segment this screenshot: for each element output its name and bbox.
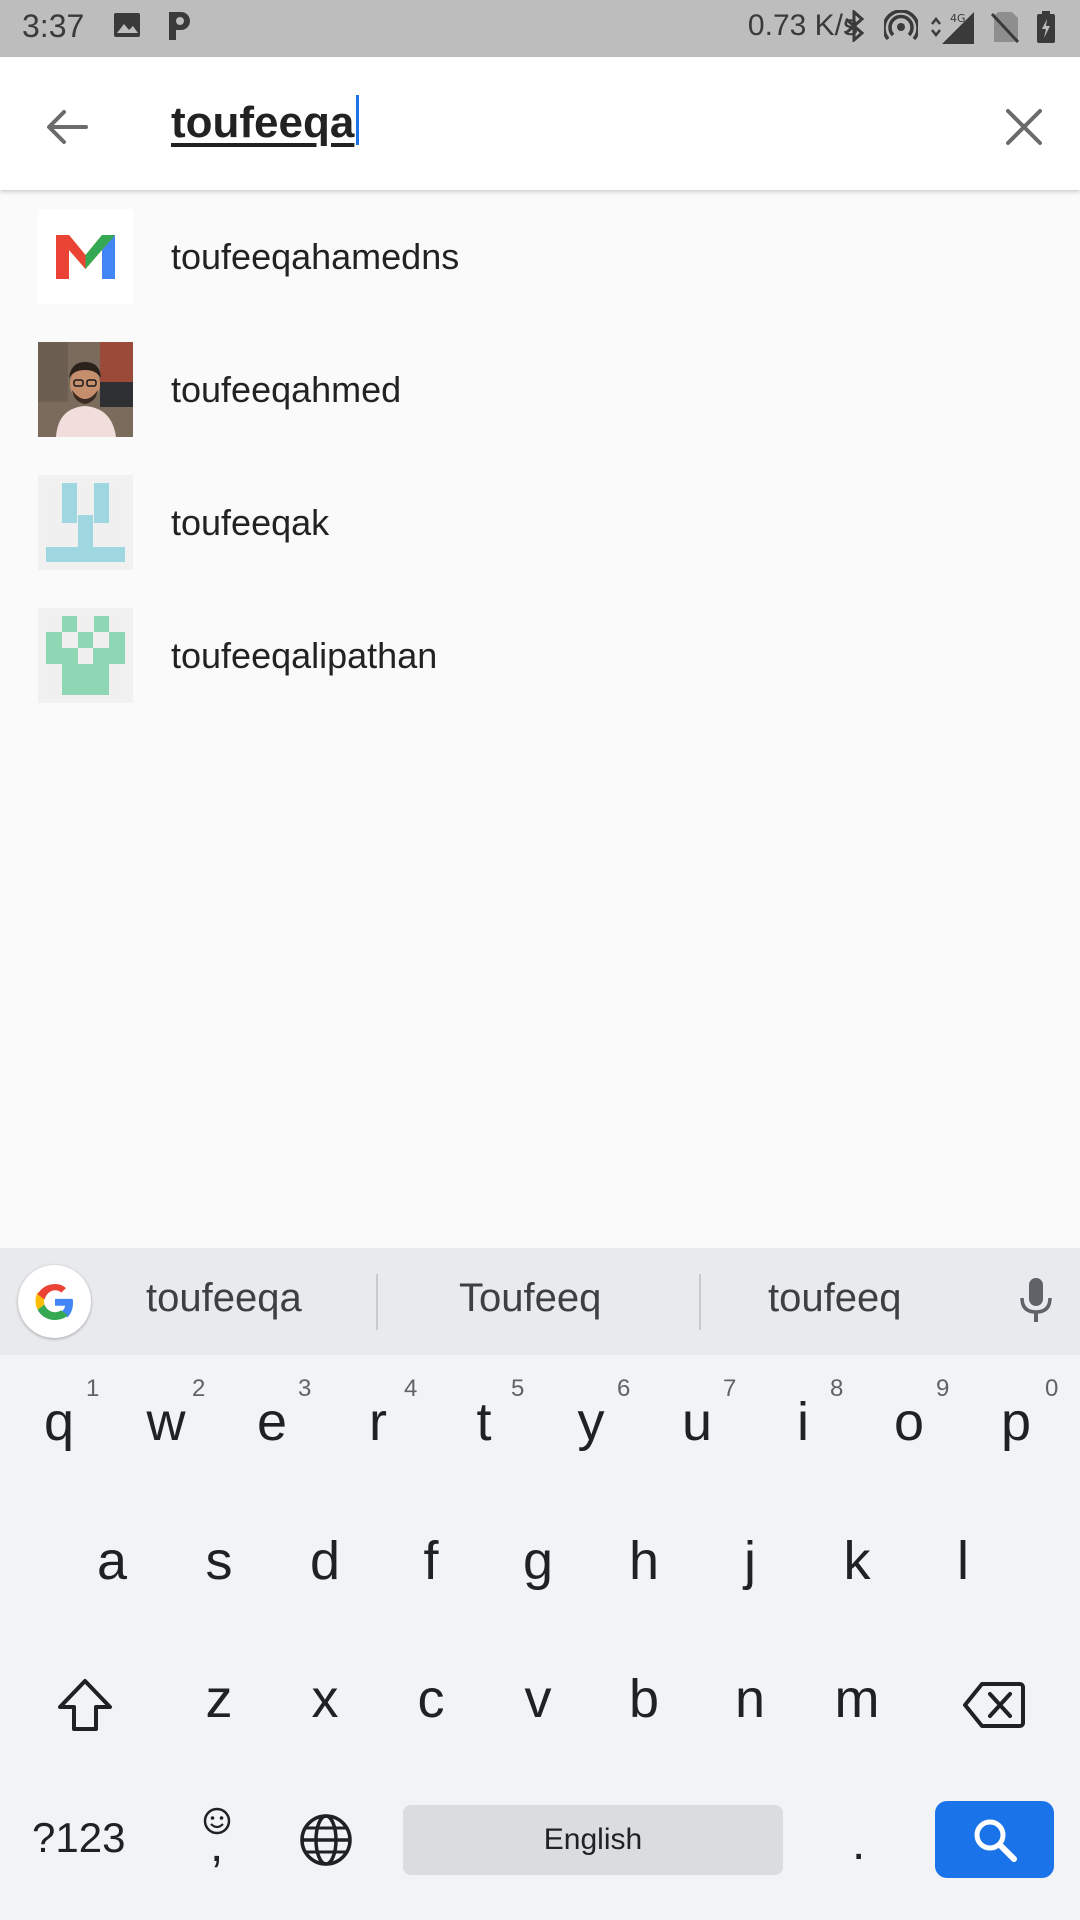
- prediction-1[interactable]: toufeeqa: [146, 1276, 302, 1321]
- period-key[interactable]: .: [852, 1816, 865, 1871]
- key-b[interactable]: b: [594, 1668, 694, 1730]
- key-a[interactable]: a: [62, 1530, 162, 1592]
- svg-text:4G: 4G: [950, 12, 966, 25]
- key-v[interactable]: v: [488, 1668, 588, 1730]
- back-arrow-icon[interactable]: [36, 97, 96, 157]
- suggestion-item[interactable]: toufeeqahmed: [0, 323, 1080, 456]
- shift-key-icon[interactable]: [54, 1675, 116, 1735]
- space-key[interactable]: English: [403, 1805, 783, 1875]
- prediction-divider: [376, 1274, 378, 1330]
- key-hint: 0: [1045, 1375, 1059, 1402]
- microphone-icon[interactable]: [1014, 1276, 1058, 1326]
- google-button[interactable]: [18, 1265, 91, 1338]
- suggestion-item[interactable]: toufeeqalipathan: [0, 589, 1080, 722]
- identicon-green-avatar: [38, 608, 133, 703]
- user-photo-avatar: [38, 342, 133, 437]
- p-notification-icon: [169, 12, 190, 40]
- key-l[interactable]: l: [913, 1530, 1013, 1592]
- search-icon: [974, 1819, 1017, 1862]
- key-d[interactable]: d: [275, 1530, 375, 1592]
- symbols-key[interactable]: ?123: [32, 1814, 125, 1862]
- keyboard-suggestion-strip: toufeeqa Toufeeq toufeeq: [0, 1248, 1080, 1355]
- comma-key[interactable]: ,: [210, 1818, 223, 1873]
- signal-4g-icon: 4G: [931, 12, 974, 44]
- key-j[interactable]: j: [700, 1530, 800, 1592]
- backspace-icon[interactable]: [962, 1680, 1026, 1730]
- search-query-text: toufeeqa: [171, 98, 355, 147]
- suggestion-item[interactable]: toufeeqak: [0, 456, 1080, 589]
- google-g-icon: [35, 1283, 73, 1320]
- key-k[interactable]: k: [807, 1530, 907, 1592]
- gmail-logo-icon: [38, 209, 133, 304]
- key-n[interactable]: n: [700, 1668, 800, 1730]
- suggestion-label: toufeeqahmed: [171, 368, 402, 410]
- suggestion-label: toufeeqahamedns: [171, 235, 460, 277]
- key-hint: 9: [936, 1375, 950, 1402]
- key-s[interactable]: s: [169, 1530, 269, 1592]
- hotspot-icon: [884, 10, 918, 41]
- key-hint: 4: [404, 1375, 418, 1402]
- space-key-label: English: [543, 1823, 643, 1856]
- search-action-key[interactable]: [935, 1801, 1054, 1878]
- text-caret: [356, 95, 360, 145]
- key-h[interactable]: h: [594, 1530, 694, 1592]
- prediction-2[interactable]: Toufeeq: [459, 1276, 601, 1321]
- bluetooth-icon: [845, 10, 865, 42]
- prediction-3[interactable]: toufeeq: [768, 1276, 901, 1321]
- key-hint: 1: [86, 1375, 100, 1402]
- status-time: 3:37: [22, 8, 85, 44]
- key-c[interactable]: c: [381, 1668, 481, 1730]
- key-hint: 8: [830, 1375, 844, 1402]
- suggestion-label: toufeeqalipathan: [171, 634, 438, 676]
- gallery-notification-icon: [114, 13, 140, 37]
- status-bar: 3:37 0.73 K/s 4G: [0, 0, 1080, 57]
- clear-search-icon[interactable]: [994, 97, 1054, 157]
- key-hint: 3: [298, 1375, 312, 1402]
- prediction-divider: [699, 1274, 701, 1330]
- no-sim-icon: [990, 12, 1020, 44]
- globe-icon[interactable]: [298, 1812, 354, 1868]
- key-hint: 2: [192, 1375, 206, 1402]
- key-hint: 7: [723, 1375, 737, 1402]
- suggestion-label: toufeeqak: [171, 501, 330, 543]
- key-x[interactable]: x: [275, 1668, 375, 1730]
- identicon-blue-avatar: [38, 475, 133, 570]
- suggestion-item[interactable]: toufeeqahamedns: [0, 190, 1080, 323]
- search-header: toufeeqa: [0, 57, 1080, 190]
- key-f[interactable]: f: [381, 1530, 481, 1592]
- key-hint: 5: [511, 1375, 525, 1402]
- key-m[interactable]: m: [807, 1668, 907, 1730]
- key-z[interactable]: z: [169, 1668, 269, 1730]
- key-hint: 6: [617, 1375, 631, 1402]
- battery-icon: [1037, 11, 1055, 43]
- key-g[interactable]: g: [488, 1530, 588, 1592]
- suggestion-list: toufeeqahamedns toufeeqahmed toufeeqak t…: [0, 190, 1080, 722]
- search-input[interactable]: toufeeqa: [171, 95, 360, 148]
